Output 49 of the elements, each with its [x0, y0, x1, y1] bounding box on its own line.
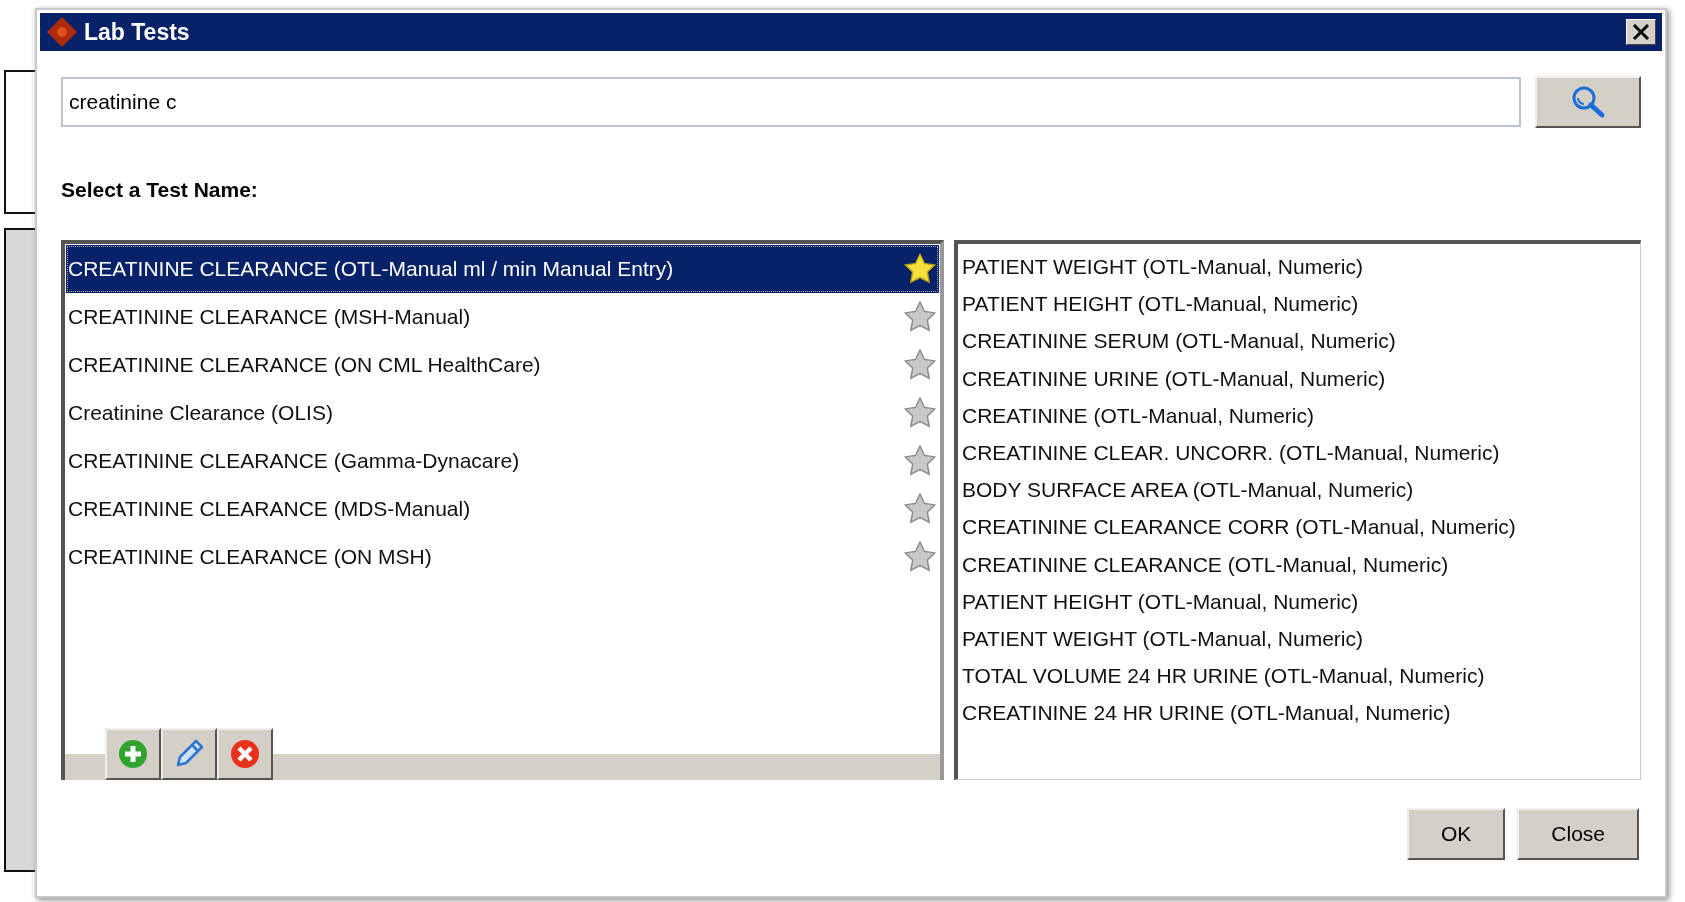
- test-item[interactable]: Creatinine Clearance (OLIS): [66, 389, 939, 437]
- test-item[interactable]: CREATININE CLEARANCE (MDS-Manual): [66, 485, 939, 533]
- search-field[interactable]: creatinine c: [61, 77, 1521, 127]
- test-name: CREATININE CLEARANCE (ON CML HealthCare): [68, 353, 542, 377]
- star-icon[interactable]: [903, 300, 937, 334]
- plus-icon: [117, 738, 149, 770]
- star-icon[interactable]: [903, 492, 937, 526]
- component-item: CREATININE CLEARANCE (OTL-Manual, Numeric): [962, 551, 1450, 578]
- test-name: CREATININE CLEARANCE (Gamma-Dynacare): [68, 449, 521, 473]
- delete-icon: [229, 738, 261, 770]
- component-item: CREATININE SERUM (OTL-Manual, Numeric): [962, 328, 1397, 355]
- test-name: CREATININE CLEARANCE (MDS-Manual): [68, 497, 472, 521]
- star-icon[interactable]: [903, 348, 937, 382]
- delete-button[interactable]: [217, 728, 273, 780]
- star-icon[interactable]: [903, 540, 937, 574]
- edit-button[interactable]: [161, 728, 217, 780]
- test-item[interactable]: CREATININE CLEARANCE (ON MSH): [66, 533, 939, 581]
- component-item: TOTAL VOLUME 24 HR URINE (OTL-Manual, Numeric): [962, 663, 1486, 690]
- test-item[interactable]: CREATININE CLEARANCE (Gamma-Dynacare): [66, 437, 939, 485]
- search-icon: [1570, 84, 1606, 120]
- component-item: CREATININE CLEARANCE CORR (OTL-Manual, Numeric): [962, 514, 1517, 541]
- test-name: CREATININE CLEARANCE (MSH-Manual): [68, 305, 472, 329]
- test-item[interactable]: CREATININE CLEARANCE (OTL-Manual ml / min Manual Entry): [66, 245, 939, 293]
- window-title: Lab Tests: [84, 18, 191, 46]
- component-item: CREATININE (OTL-Manual, Numeric): [962, 402, 1315, 429]
- close-icon: [1632, 23, 1650, 41]
- component-item: PATIENT HEIGHT (OTL-Manual, Numeric): [962, 588, 1360, 615]
- component-item: PATIENT WEIGHT (OTL-Manual, Numeric): [962, 254, 1364, 280]
- test-name: CREATININE CLEARANCE (ON MSH): [68, 545, 433, 569]
- star-icon[interactable]: [903, 396, 937, 430]
- component-item: PATIENT WEIGHT (OTL-Manual, Numeric): [962, 625, 1364, 652]
- test-name: Creatinine Clearance (OLIS): [68, 401, 334, 425]
- close-button[interactable]: [1626, 19, 1656, 45]
- component-item: PATIENT HEIGHT (OTL-Manual, Numeric): [962, 291, 1360, 318]
- dialog-button[interactable]: OK: [1406, 808, 1506, 860]
- star-icon[interactable]: [903, 444, 937, 478]
- star-icon[interactable]: [903, 252, 937, 286]
- component-item: BODY SURFACE AREA (OTL-Manual, Numeric): [962, 477, 1415, 504]
- search-button[interactable]: [1535, 76, 1641, 128]
- add-button[interactable]: [105, 728, 161, 780]
- component-item: CREATININE 24 HR URINE (OTL-Manual, Numeric): [962, 700, 1452, 727]
- test-item[interactable]: CREATININE CLEARANCE (MSH-Manual): [66, 293, 939, 341]
- section-label: Select a Test Name:: [61, 178, 259, 202]
- component-item: CREATININE URINE (OTL-Manual, Numeric): [962, 365, 1387, 392]
- component-item: CREATININE CLEAR. UNCORR. (OTL-Manual, Numeric): [962, 439, 1501, 466]
- app-logo-icon: [46, 16, 78, 48]
- test-item[interactable]: CREATININE CLEARANCE (ON CML HealthCare): [66, 341, 939, 389]
- test-name: CREATININE CLEARANCE (OTL-Manual ml / min Manual Entry): [68, 257, 675, 281]
- dialog-button[interactable]: Close: [1517, 808, 1639, 860]
